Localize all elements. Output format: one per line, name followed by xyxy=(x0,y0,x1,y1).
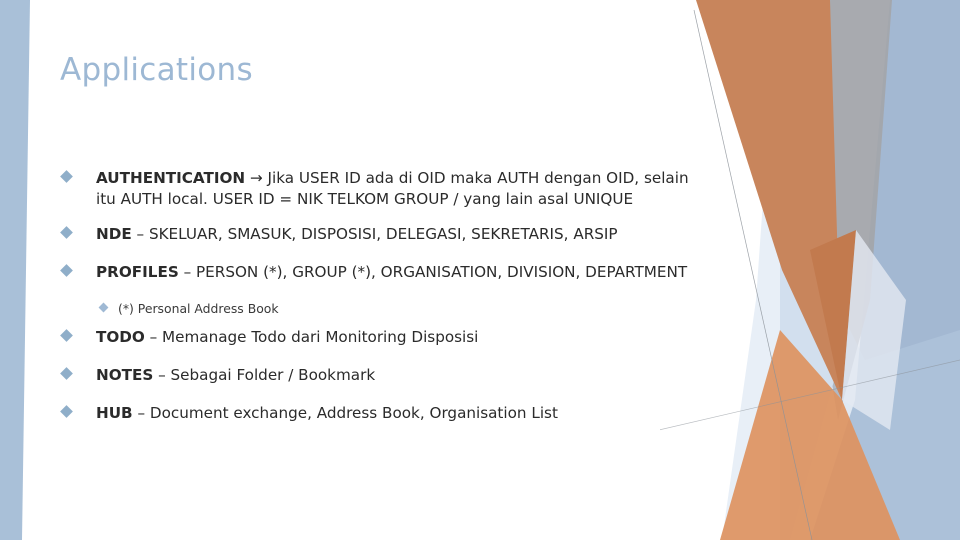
shape-orange-triangle-dark xyxy=(810,230,856,400)
diamond-bullet-icon xyxy=(60,170,73,183)
list-item: PROFILES – PERSON (*), GROUP (*), ORGANI… xyxy=(0,262,700,283)
list-item-text: TODO – Memanage Todo dari Monitoring Dis… xyxy=(96,327,478,348)
sub-list-item: (*) Personal Address Book xyxy=(0,300,700,317)
diamond-bullet-icon xyxy=(60,367,73,380)
list-item-text: NOTES – Sebagai Folder / Bookmark xyxy=(96,365,375,386)
hairline-shallow xyxy=(660,359,960,431)
diamond-bullet-icon xyxy=(60,405,73,418)
list-item-body: Document exchange, Address Book, Organis… xyxy=(149,403,558,422)
list-item-separator: – xyxy=(153,365,171,384)
shape-light-blue-sliver xyxy=(780,190,960,540)
list-item: NOTES – Sebagai Folder / Bookmark xyxy=(0,365,700,386)
list-item-separator: – xyxy=(144,327,163,346)
list-item-separator: – xyxy=(132,403,150,422)
shape-orange-sweep-bottom xyxy=(720,330,900,540)
shape-gray-band xyxy=(810,0,892,420)
list-item-separator: – xyxy=(178,262,197,281)
list-item-body: Memanage Todo dari Monitoring Disposisi xyxy=(162,327,479,346)
list-item-text: NDE – SKELUAR, SMASUK, DISPOSISI, DELEGA… xyxy=(96,224,618,245)
shape-blue-field xyxy=(810,0,960,540)
list-item-text: HUB – Document exchange, Address Book, O… xyxy=(96,403,558,424)
list-item-keyword: HUB xyxy=(96,403,133,422)
sub-list-item-text: (*) Personal Address Book xyxy=(118,300,279,316)
list-item-keyword: NDE xyxy=(96,224,132,243)
hairline-steep xyxy=(693,9,813,540)
list-item: HUB – Document exchange, Address Book, O… xyxy=(0,403,700,424)
list-item-keyword: NOTES xyxy=(96,365,154,384)
list-item-separator: – xyxy=(131,224,149,243)
shape-orange-ribbon-top xyxy=(696,0,842,400)
list-item-keyword: PROFILES xyxy=(96,262,179,281)
diamond-bullet-icon xyxy=(60,329,73,342)
list-item-body: SKELUAR, SMASUK, DISPOSISI, DELEGASI, SE… xyxy=(148,224,618,243)
list-item: AUTHENTICATION → Jika USER ID ada di OID… xyxy=(0,168,700,210)
list-item-keyword: TODO xyxy=(96,327,145,346)
diamond-bullet-icon xyxy=(60,264,73,277)
list-item-separator: → xyxy=(245,169,268,187)
list-item: NDE – SKELUAR, SMASUK, DISPOSISI, DELEGA… xyxy=(0,224,700,245)
list-item-text: PROFILES – PERSON (*), GROUP (*), ORGANI… xyxy=(96,262,687,283)
list-item-text: AUTHENTICATION → Jika USER ID ada di OID… xyxy=(96,168,700,210)
list-item-body: Sebagai Folder / Bookmark xyxy=(170,365,376,384)
page-title: Applications xyxy=(60,52,253,88)
list-item-body: PERSON (*), GROUP (*), ORGANISATION, DIV… xyxy=(196,262,688,281)
bullet-list: AUTHENTICATION → Jika USER ID ada di OID… xyxy=(0,168,700,441)
list-item: TODO – Memanage Todo dari Monitoring Dis… xyxy=(0,327,700,348)
shape-pale-overlay xyxy=(842,230,906,430)
shape-pale-blue-panel xyxy=(722,130,848,540)
diamond-sub-bullet-icon xyxy=(98,302,109,313)
list-item-keyword: AUTHENTICATION xyxy=(96,169,246,187)
diamond-bullet-icon xyxy=(60,226,73,239)
slide-canvas: Applications AUTHENTICATION → Jika USER … xyxy=(0,0,960,540)
angular-ribbon-graphic xyxy=(660,0,960,540)
